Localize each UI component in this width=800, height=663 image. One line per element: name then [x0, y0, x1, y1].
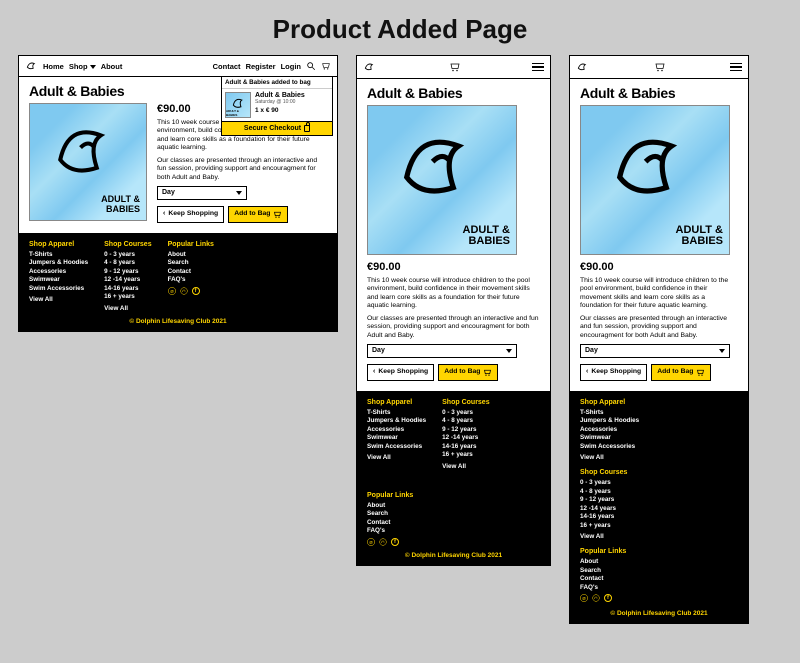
product-price: €90.00 — [367, 261, 540, 275]
svg-text:@: @ — [170, 288, 174, 293]
chevron-down-icon — [719, 349, 725, 353]
cart-add-icon — [483, 368, 492, 377]
product-image-label: ADULT &BABIES — [101, 195, 140, 214]
logo-icon — [25, 59, 39, 73]
nav-home[interactable]: Home — [43, 62, 64, 71]
logo-icon — [363, 60, 377, 74]
dolphin-icon — [230, 95, 247, 112]
keep-shopping-button[interactable]: ‹Keep Shopping — [580, 364, 647, 381]
view-all-apparel[interactable]: View All — [367, 454, 426, 461]
footer-courses-heading: Shop Courses — [104, 241, 151, 248]
footer-courses-heading: Shop Courses — [442, 399, 489, 406]
tablet-mock: Adult & Babies ADULT &BABIES €90.00 This… — [356, 55, 551, 566]
keep-shopping-button[interactable]: ‹Keep Shopping — [157, 206, 224, 223]
footer-links-heading: Popular Links — [367, 492, 540, 499]
nav-about[interactable]: About — [101, 62, 123, 71]
footer-apparel-heading: Shop Apparel — [580, 399, 738, 406]
footer-copyright: © Dolphin Lifesaving Club 2021 — [367, 552, 540, 559]
toast-thumb: ADULT & BABIES — [225, 92, 251, 118]
footer-links-list: About Search Contact FAQ's — [168, 251, 214, 285]
toast-header: Adult & Babies added to bag — [222, 77, 332, 89]
add-to-bag-button[interactable]: Add to Bag — [651, 364, 711, 381]
toast-qty: 1 x € 90 — [255, 107, 329, 114]
facebook-icon[interactable]: f — [604, 594, 612, 602]
product-title: Adult & Babies — [580, 85, 738, 101]
nav-shop[interactable]: Shop — [69, 62, 96, 71]
product-image-label: ADULT &BABIES — [463, 225, 510, 248]
cart-add-icon — [696, 368, 705, 377]
dolphin-icon — [44, 111, 125, 192]
day-selector[interactable]: Day — [157, 186, 247, 200]
footer-courses-heading: Shop Courses — [580, 469, 738, 476]
footer-courses-list: 0 - 3 years 4 - 8 years 9 - 12 years 12 … — [104, 251, 151, 302]
footer-apparel-heading: Shop Apparel — [29, 241, 88, 248]
product-image-label: ADULT &BABIES — [676, 225, 723, 248]
product-title: Adult & Babies — [367, 85, 540, 101]
header-desktop: Home Shop About Contact Register Login — [19, 56, 337, 77]
product-image: ADULT &BABIES — [367, 105, 517, 255]
view-all-courses[interactable]: View All — [104, 305, 151, 312]
day-selector[interactable]: Day — [367, 344, 517, 358]
desktop-mock: Home Shop About Contact Register Login A… — [18, 55, 338, 332]
whatsapp-icon[interactable] — [379, 538, 387, 546]
dolphin-icon — [599, 115, 703, 219]
facebook-icon[interactable]: f — [391, 538, 399, 546]
mail-icon[interactable]: @ — [580, 594, 588, 602]
view-all-courses[interactable]: View All — [442, 463, 489, 470]
menu-icon[interactable] — [532, 63, 544, 72]
product-description: This 10 week course will introduce child… — [580, 277, 738, 340]
product-price: €90.00 — [580, 261, 738, 275]
day-selector[interactable]: Day — [580, 344, 730, 358]
page-title: Product Added Page — [0, 0, 800, 55]
mobile-mock: Adult & Babies ADULT &BABIES €90.00 This… — [569, 55, 749, 624]
cart-icon[interactable] — [321, 61, 331, 71]
footer-copyright: © Dolphin Lifesaving Club 2021 — [29, 318, 327, 325]
product-image: ADULT &BABIES — [580, 105, 730, 255]
footer-apparel-heading: Shop Apparel — [367, 399, 426, 406]
footer-links-heading: Popular Links — [168, 241, 214, 248]
toast-sub: Saturday @ 10:00 — [255, 99, 329, 105]
nav-login[interactable]: Login — [281, 62, 301, 71]
whatsapp-icon[interactable] — [592, 594, 600, 602]
footer: Shop Apparel T-Shirts Jumpers & Hoodies … — [19, 233, 337, 331]
add-to-bag-button[interactable]: Add to Bag — [438, 364, 498, 381]
logo-icon — [576, 60, 590, 74]
whatsapp-icon[interactable] — [180, 287, 188, 295]
keep-shopping-button[interactable]: ‹Keep Shopping — [367, 364, 434, 381]
cart-icon[interactable] — [652, 61, 668, 73]
menu-icon[interactable] — [730, 63, 742, 72]
lock-icon — [304, 125, 310, 132]
footer-apparel-list: T-Shirts Jumpers & Hoodies Accessories S… — [29, 251, 88, 294]
added-to-bag-toast: Adult & Babies added to bag ADULT & BABI… — [221, 76, 333, 136]
cart-icon[interactable] — [447, 61, 463, 73]
nav-register[interactable]: Register — [246, 62, 276, 71]
footer: Shop Apparel T-ShirtsJumpers & HoodiesAc… — [357, 391, 550, 565]
nav-contact[interactable]: Contact — [213, 62, 241, 71]
chevron-down-icon — [236, 191, 242, 195]
header-tablet — [357, 56, 550, 79]
product-image: ADULT &BABIES — [29, 103, 147, 221]
footer-links-heading: Popular Links — [580, 548, 738, 555]
svg-text:@: @ — [369, 539, 373, 544]
toast-name: Adult & Babies — [255, 92, 329, 99]
view-all-courses[interactable]: View All — [580, 533, 738, 540]
mail-icon[interactable]: @ — [367, 538, 375, 546]
secure-checkout-button[interactable]: Secure Checkout — [222, 121, 332, 135]
add-to-bag-button[interactable]: Add to Bag — [228, 206, 288, 223]
footer-copyright: © Dolphin Lifesaving Club 2021 — [580, 610, 738, 617]
product-description: This 10 week course will introduce child… — [367, 277, 540, 340]
chevron-down-icon — [506, 349, 512, 353]
svg-text:@: @ — [582, 596, 586, 601]
search-icon[interactable] — [306, 61, 316, 71]
facebook-icon[interactable]: f — [192, 287, 200, 295]
view-all-apparel[interactable]: View All — [580, 454, 738, 461]
footer: Shop Apparel T-ShirtsJumpers & HoodiesAc… — [570, 391, 748, 624]
dolphin-icon — [386, 115, 490, 219]
mail-icon[interactable]: @ — [168, 287, 176, 295]
cart-add-icon — [273, 210, 282, 219]
header-mobile — [570, 56, 748, 79]
view-all-apparel[interactable]: View All — [29, 296, 88, 303]
